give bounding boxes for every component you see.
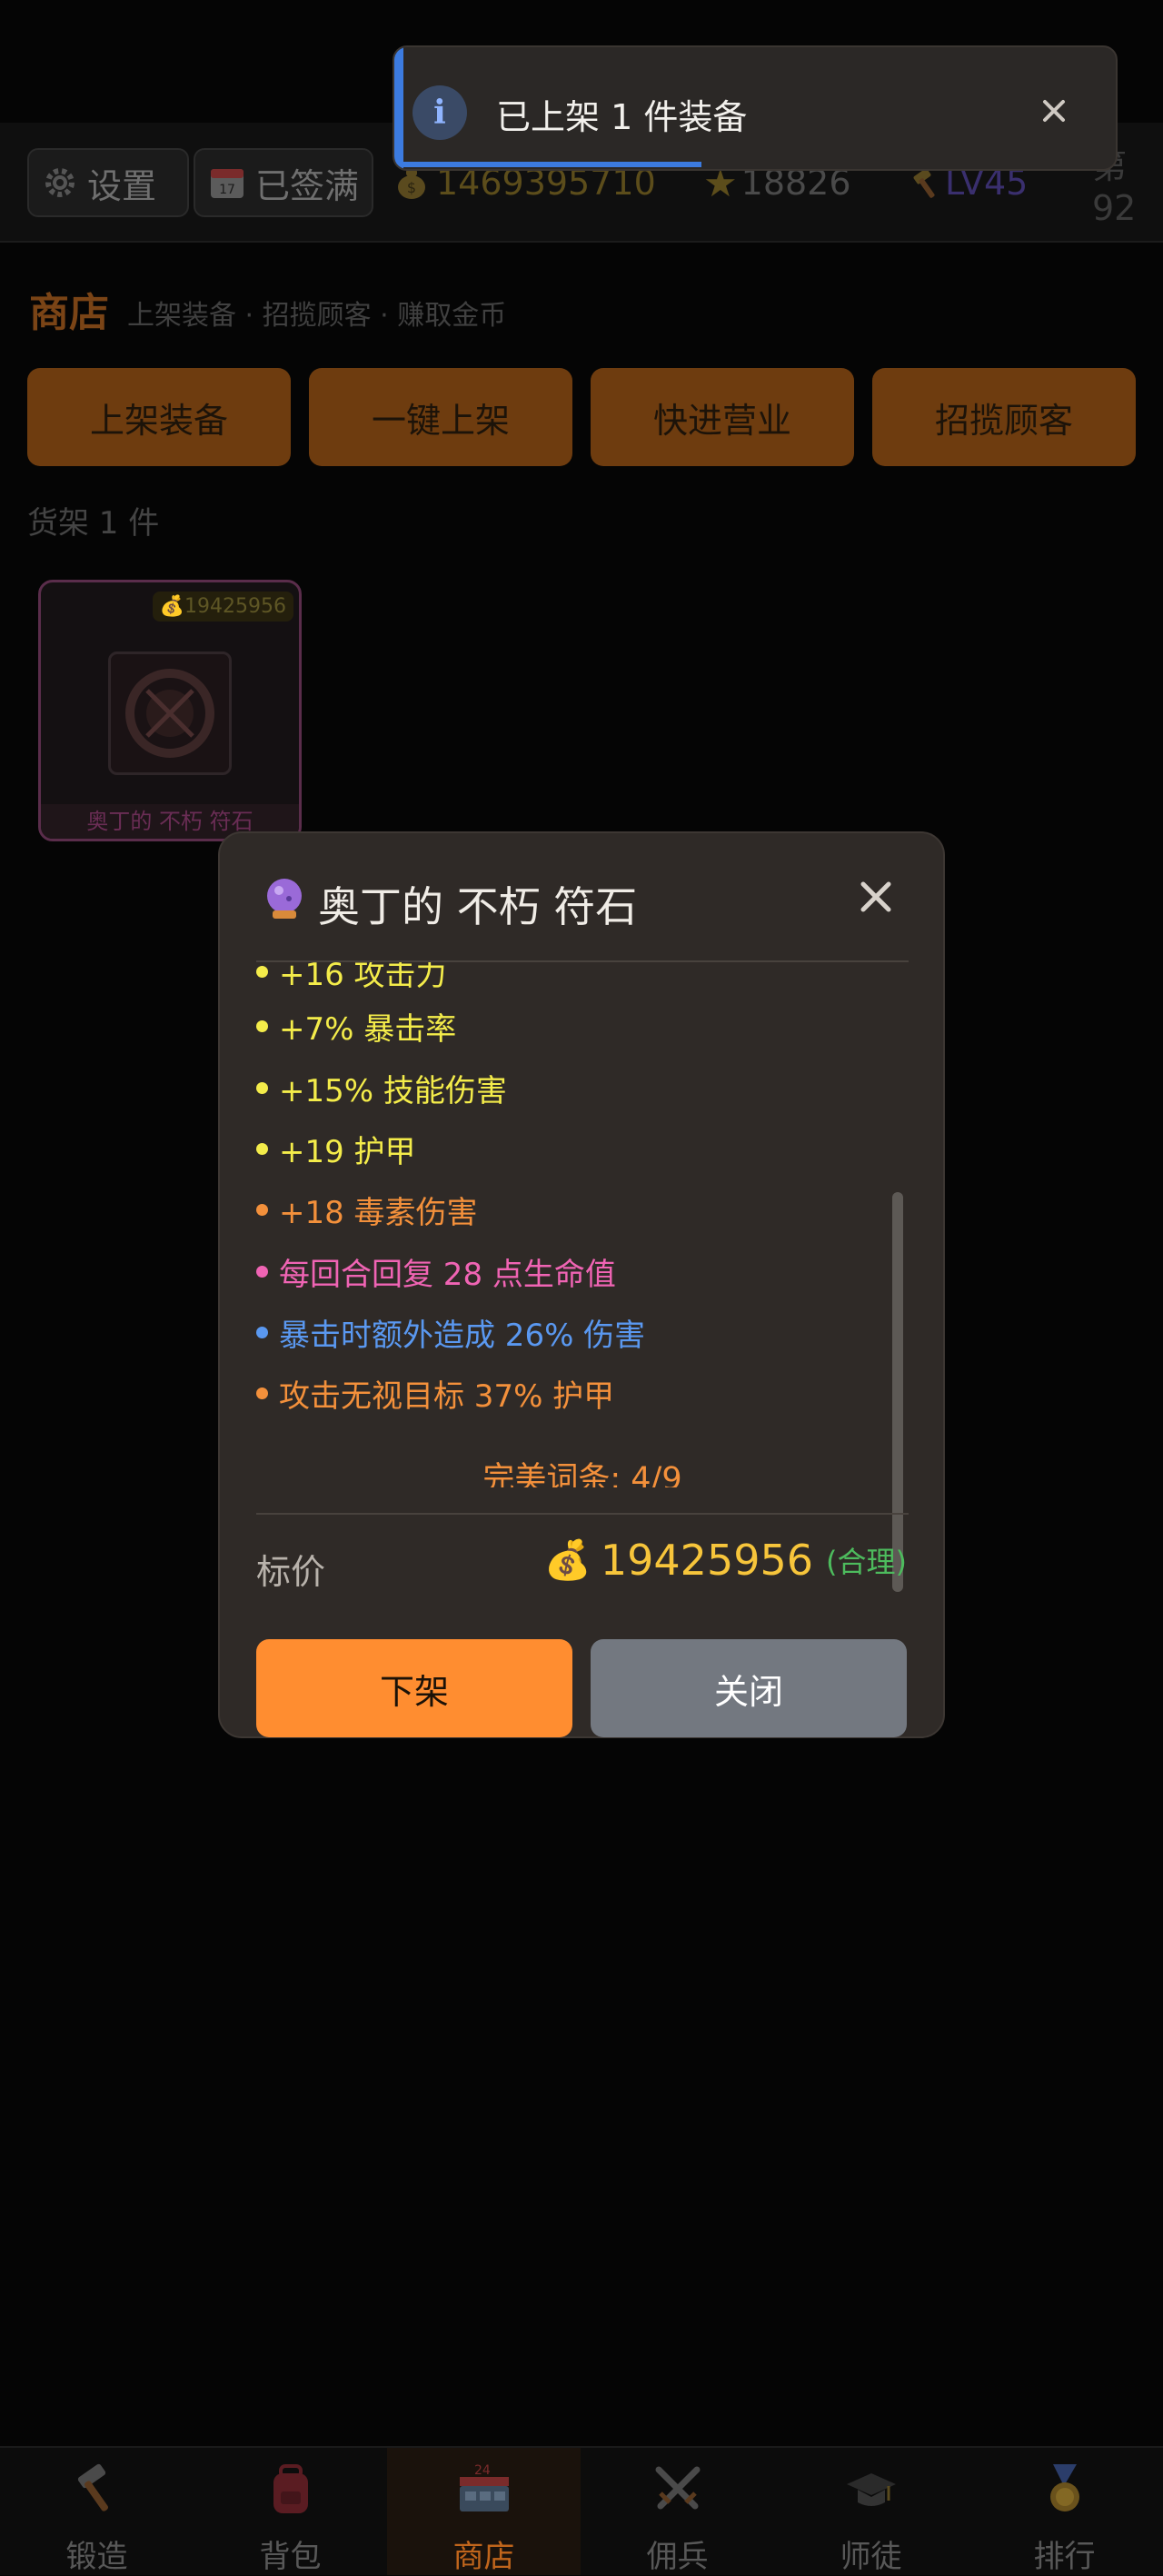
stat-text: 每回合回复 28 点生命值	[279, 1256, 616, 1293]
one-click-list-button[interactable]: 一键上架	[309, 368, 572, 466]
card-price: 19425956	[184, 595, 286, 618]
stat-text: 暴击时额外造成 26% 伤害	[279, 1317, 646, 1354]
nav-ranking[interactable]: 排行	[968, 2448, 1161, 2575]
unlist-button[interactable]: 下架	[256, 1639, 572, 1737]
medal-icon	[1050, 2464, 1079, 2511]
nav-label: 商店	[452, 2539, 515, 2575]
toast-accent-bar	[394, 47, 403, 169]
shelf-count: 货架 1 件	[27, 505, 160, 542]
nav-backpack[interactable]: 背包	[194, 2448, 387, 2575]
stat-bullet	[256, 1019, 268, 1032]
modal-title: 奥丁的 不朽 符石	[318, 882, 638, 931]
stat-bullet	[256, 965, 268, 978]
graduation-cap-icon	[847, 2473, 896, 2506]
stat-line: +18 毒素伤害	[256, 1182, 478, 1237]
perfect-affix-count: 完美词条: 4/9	[482, 1461, 682, 1487]
nav-mercenary[interactable]: 佣兵	[581, 2448, 774, 2575]
stat-text: +18 毒素伤害	[279, 1194, 478, 1231]
info-icon: i	[413, 85, 467, 140]
page-subtitle: 上架装备 · 招揽顾客 · 赚取金币	[127, 300, 507, 332]
nav-label: 背包	[259, 2539, 322, 2575]
toast-notification: i 已上架 1 件装备	[393, 45, 1118, 171]
nav-label: 佣兵	[646, 2539, 709, 2575]
stat-bullet	[256, 1142, 268, 1155]
stat-text: 攻击无视目标 37% 护甲	[279, 1378, 615, 1415]
settings-label: 设置	[87, 165, 157, 206]
gear-icon	[45, 168, 75, 197]
fast-forward-business-button[interactable]: 快进营业	[591, 368, 854, 466]
toast-progress-bar	[403, 162, 701, 167]
price-rating: (合理)	[826, 1545, 907, 1579]
price-label: 标价	[256, 1552, 326, 1592]
money-bag-icon: 💰	[159, 595, 185, 618]
stat-text: +16 攻击力	[279, 962, 447, 993]
nav-label: 排行	[1033, 2539, 1096, 2575]
hammer-icon	[77, 2463, 108, 2511]
page-title: 商店	[29, 290, 109, 336]
stat-bullet	[256, 1387, 268, 1399]
checkin-button[interactable]: 17 已签满	[194, 148, 373, 217]
item-detail-modal: 奥丁的 不朽 符石 +16 攻击力 +7% 暴击率 +15% 技能伤害 +19 …	[218, 831, 945, 1738]
checkin-label: 已签满	[255, 165, 360, 206]
stat-line: 暴击时额外造成 26% 伤害	[256, 1305, 645, 1359]
stat-bullet	[256, 1081, 268, 1094]
stat-text: +7% 暴击率	[279, 1010, 457, 1048]
nav-label: 锻造	[65, 2539, 128, 2575]
money-bag-icon: 💰	[543, 1537, 591, 1582]
shelf-item-card[interactable]: 💰19425956 奥丁的 不朽 符石	[38, 580, 302, 841]
shop-badge: 24	[474, 2463, 491, 2478]
stat-line: +15% 技能伤害	[256, 1060, 507, 1115]
scrollbar[interactable]	[892, 1192, 903, 1592]
svg-text:$: $	[407, 179, 416, 196]
stat-line: +7% 暴击率	[256, 999, 456, 1053]
stat-bullet	[256, 1203, 268, 1216]
card-price-badge: 💰19425956	[152, 592, 293, 622]
stat-text: +15% 技能伤害	[279, 1072, 507, 1109]
stat-text: +19 护甲	[279, 1133, 416, 1170]
stat-line: +19 护甲	[256, 1121, 416, 1176]
nav-mentorship[interactable]: 师徒	[774, 2448, 968, 2575]
price-row: 💰 19425956 (合理)	[544, 1536, 907, 1585]
crystal-ball-icon	[267, 879, 302, 919]
nav-label: 师徒	[840, 2539, 902, 2575]
stat-line: +16 攻击力	[256, 962, 447, 999]
close-icon[interactable]	[856, 877, 896, 917]
stat-line: 每回合回复 28 点生命值	[256, 1244, 616, 1298]
list-equipment-button[interactable]: 上架装备	[27, 368, 291, 466]
rune-stone-icon	[125, 669, 214, 758]
close-icon[interactable]	[1036, 93, 1072, 129]
shop-icon: 24	[460, 2463, 509, 2511]
svg-text:17: 17	[219, 183, 235, 197]
stat-bullet	[256, 1326, 268, 1338]
toast-message: 已上架 1 件装备	[496, 97, 748, 137]
nav-forge[interactable]: 锻造	[0, 2448, 194, 2575]
divider	[256, 1513, 909, 1515]
close-button[interactable]: 关闭	[591, 1639, 907, 1737]
price-value: 19425956	[600, 1536, 814, 1585]
item-image	[108, 651, 232, 775]
stat-line: 攻击无视目标 37% 护甲	[256, 1366, 614, 1420]
bottom-navigation: 锻造 背包 24 商店 佣兵 师徒 排行	[0, 2446, 1163, 2575]
stats-list[interactable]: +16 攻击力 +7% 暴击率 +15% 技能伤害 +19 护甲 +18 毒素伤…	[256, 962, 909, 1487]
calendar-icon: 17	[211, 169, 244, 198]
nav-shop[interactable]: 24 商店	[387, 2448, 581, 2575]
attract-customers-button[interactable]: 招揽顾客	[872, 368, 1136, 466]
backpack-icon	[273, 2464, 308, 2513]
crossed-swords-icon	[655, 2466, 701, 2510]
stat-bullet	[256, 1265, 268, 1278]
settings-button[interactable]: 设置	[27, 148, 189, 217]
